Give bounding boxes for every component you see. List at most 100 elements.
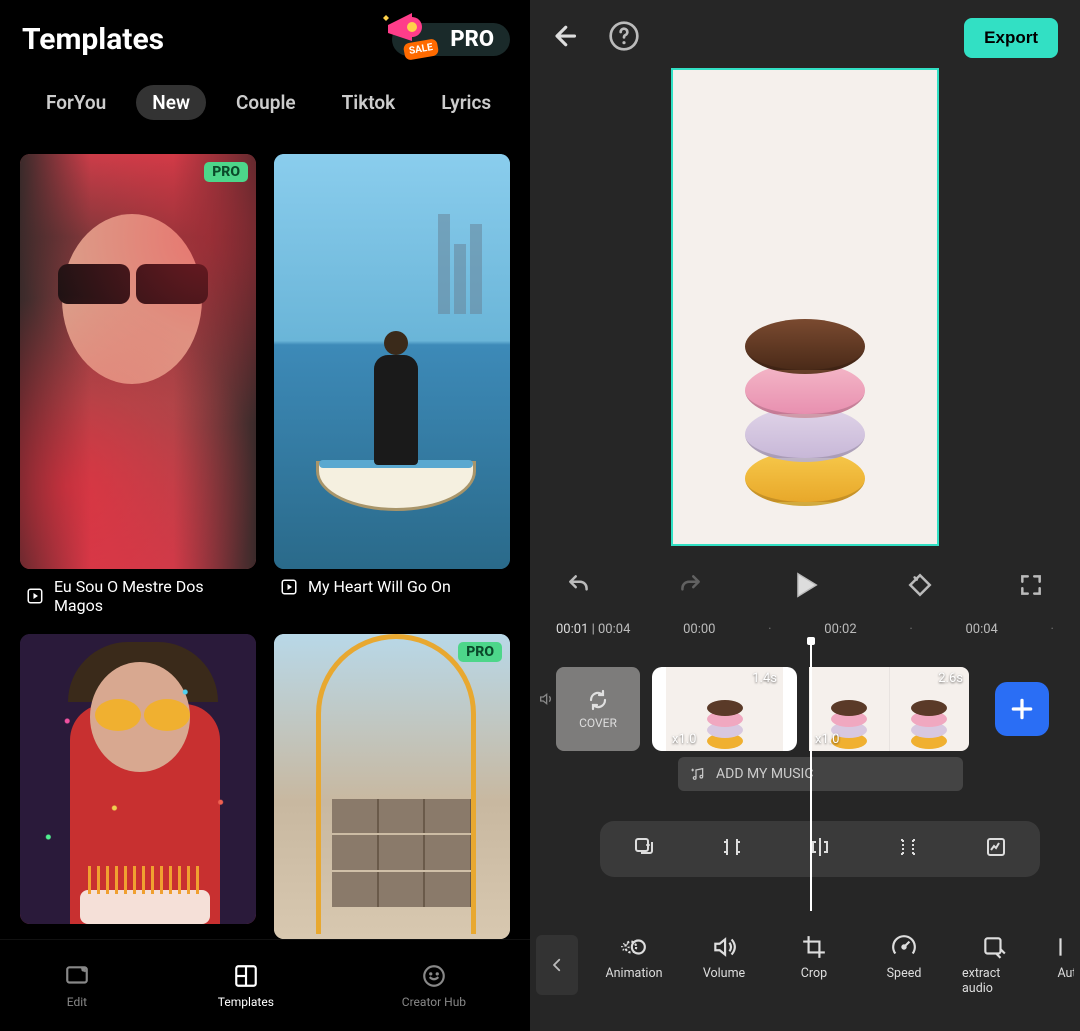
duplicate-button[interactable]	[632, 835, 656, 863]
templates-header: Templates SALE PRO	[0, 0, 530, 67]
template-card[interactable]: PRO Eu Sou O Mestre Dos Magos	[20, 154, 256, 616]
plus-icon	[1009, 696, 1035, 722]
tool-volume[interactable]: Volume	[692, 934, 756, 996]
duplicate-icon	[632, 835, 656, 859]
tab-lyrics[interactable]: Lyrics	[425, 85, 507, 120]
play-button[interactable]	[788, 568, 822, 606]
chevron-left-icon	[548, 956, 566, 974]
templates-panel: Templates SALE PRO ForYou New Couple Tik…	[0, 0, 530, 1031]
music-note-icon	[690, 766, 706, 782]
tool-crop[interactable]: Crop	[782, 934, 846, 996]
redo-icon	[677, 572, 703, 598]
speed-icon	[891, 934, 917, 960]
clip-duration: 1.4s	[752, 671, 777, 686]
pro-label: PRO	[450, 27, 494, 52]
template-label: Eu Sou O Mestre Dos Magos	[20, 577, 256, 615]
pro-upgrade-button[interactable]: SALE PRO	[392, 23, 510, 56]
tab-foryou[interactable]: ForYou	[30, 85, 122, 120]
total-time: 00:04	[598, 622, 630, 637]
template-card[interactable]	[20, 634, 256, 940]
editor-toolbar: Animation Volume Crop Speed extract audi…	[530, 921, 1080, 1009]
add-music-button[interactable]: ADD MY MUSIC	[678, 757, 963, 791]
split-icon	[896, 835, 920, 859]
volume-icon	[711, 934, 737, 960]
playhead[interactable]	[810, 641, 812, 911]
page-title: Templates	[22, 22, 164, 57]
template-grid: PRO Eu Sou O Mestre Dos Magos My Heart W…	[0, 132, 530, 939]
fullscreen-button[interactable]	[1018, 572, 1044, 602]
template-thumbnail	[274, 154, 510, 569]
keyframe-button[interactable]	[907, 572, 933, 602]
help-button[interactable]	[608, 20, 640, 56]
playback-controls	[530, 558, 1080, 616]
clip-thumbnail	[909, 701, 949, 751]
cover-label: COVER	[579, 716, 617, 730]
ruler-tick: 00:04	[965, 622, 997, 637]
clip-2[interactable]: 2.6s x1.0	[809, 667, 969, 751]
creator-hub-icon	[421, 963, 447, 989]
quick-actions-bar	[600, 821, 1040, 877]
help-icon	[608, 20, 640, 52]
bottom-nav: Edit Templates Creator Hub	[0, 939, 530, 1031]
toolbar-collapse-button[interactable]	[536, 935, 578, 995]
undo-button[interactable]	[566, 572, 592, 602]
pro-badge: PRO	[458, 642, 502, 662]
video-preview[interactable]	[671, 68, 939, 546]
pro-badge: PRO	[204, 162, 248, 182]
clip-duration: 2.6s	[938, 671, 963, 686]
add-clip-button[interactable]	[995, 682, 1049, 736]
nav-edit[interactable]: Edit	[64, 963, 90, 1009]
arrow-left-icon	[552, 21, 582, 51]
adjust-button[interactable]	[984, 835, 1008, 863]
adjust-icon	[984, 835, 1008, 859]
template-thumbnail: PRO	[20, 154, 256, 569]
trim-icon	[720, 835, 744, 859]
time-ruler: 00:01 | 00:04 00:00 · 00:02 · 00:04 ·	[530, 616, 1080, 641]
back-button[interactable]	[552, 21, 582, 55]
add-music-label: ADD MY MUSIC	[716, 766, 813, 782]
trim-handle-left[interactable]	[657, 699, 660, 719]
undo-icon	[566, 572, 592, 598]
reel-icon	[280, 578, 298, 596]
template-card[interactable]: PRO	[274, 634, 510, 940]
nav-creator-hub[interactable]: Creator Hub	[402, 963, 466, 1009]
clip-speed: x1.0	[672, 732, 697, 747]
tab-couple[interactable]: Couple	[220, 85, 312, 120]
tab-new[interactable]: New	[136, 85, 206, 120]
template-card[interactable]: My Heart Will Go On	[274, 154, 510, 616]
diamond-icon	[907, 572, 933, 598]
tool-partial[interactable]: Aut	[1052, 934, 1074, 996]
refresh-icon	[586, 688, 610, 712]
tool-animation[interactable]: Animation	[602, 934, 666, 996]
extract-audio-icon	[981, 934, 1007, 960]
split-button[interactable]	[896, 835, 920, 863]
fullscreen-icon	[1018, 572, 1044, 598]
cover-clip[interactable]: COVER	[556, 667, 640, 751]
template-thumbnail: PRO	[274, 634, 510, 939]
tool-extract-audio[interactable]: extract audio	[962, 934, 1026, 996]
edit-icon	[64, 963, 90, 989]
preview-content	[745, 266, 865, 506]
editor-panel: Export 00:01 | 00:04 00:00 · 00:02 · 00:…	[530, 0, 1080, 1031]
editor-topbar: Export	[530, 0, 1080, 68]
trim-handle-right[interactable]	[789, 699, 792, 719]
animation-icon	[621, 934, 647, 960]
tool-speed[interactable]: Speed	[872, 934, 936, 996]
nav-templates[interactable]: Templates	[218, 963, 274, 1009]
timeline[interactable]: COVER 1.4s x1.0 2.6s x1.0	[530, 641, 1080, 921]
export-button[interactable]: Export	[964, 18, 1058, 58]
preview-area	[530, 68, 1080, 558]
clip-thumbnail	[705, 701, 745, 751]
clip-1[interactable]: 1.4s x1.0	[652, 667, 797, 751]
play-icon	[788, 568, 822, 602]
ruler-tick: 00:00	[683, 622, 715, 637]
ruler-tick: 00:02	[824, 622, 856, 637]
redo-button[interactable]	[677, 572, 703, 602]
current-time: 00:01	[556, 622, 588, 637]
tab-tiktok[interactable]: Tiktok	[326, 85, 412, 120]
reel-icon	[26, 587, 44, 605]
crop-icon	[801, 934, 827, 960]
more-icon	[1054, 934, 1074, 960]
trim-button[interactable]	[720, 835, 744, 863]
templates-icon	[233, 963, 259, 989]
